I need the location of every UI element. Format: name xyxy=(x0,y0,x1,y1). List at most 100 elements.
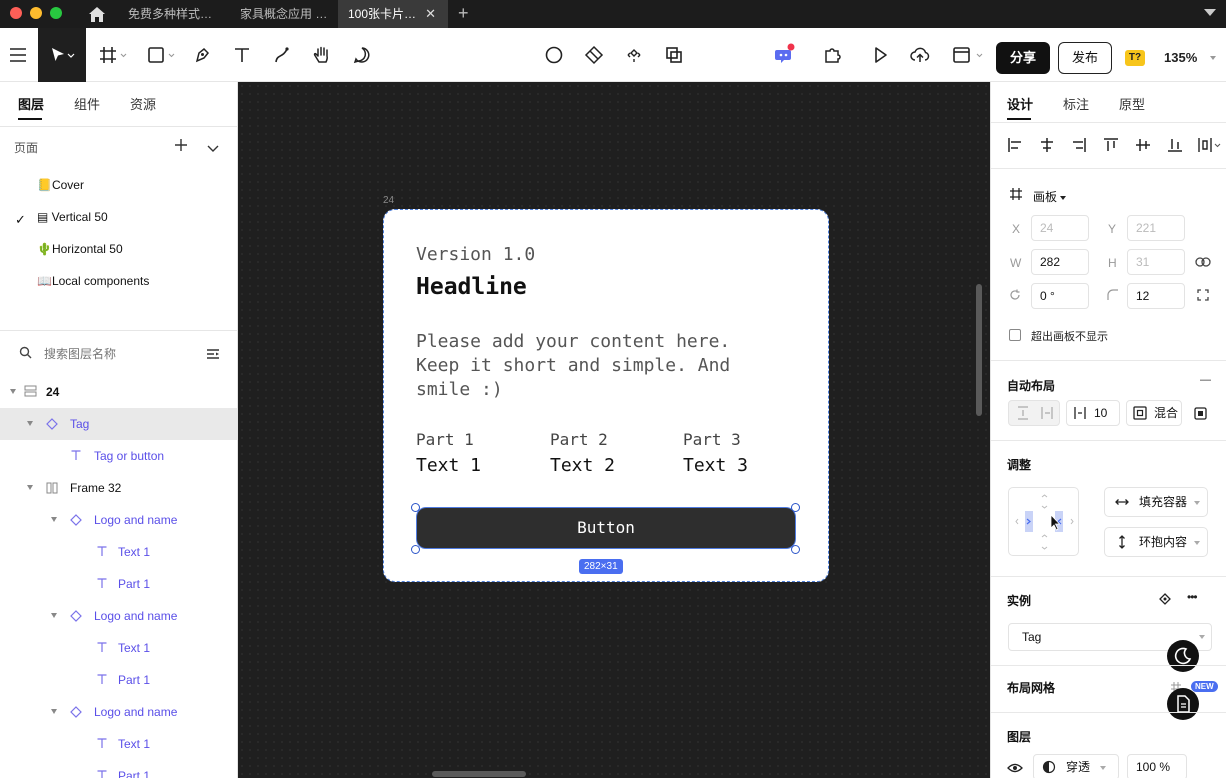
shape-tool-button[interactable] xyxy=(144,28,180,82)
more-options-button[interactable]: ••• xyxy=(1187,590,1198,604)
resize-handle-bottom-left[interactable] xyxy=(411,545,420,554)
chevron-down-icon[interactable] xyxy=(1204,9,1216,16)
tab-components[interactable]: 组件 xyxy=(74,94,100,113)
chevron-down-icon[interactable] xyxy=(1210,56,1216,60)
tab-furniture-concept[interactable]: 家具概念应用 … xyxy=(226,0,338,28)
layer-row-frame-32[interactable]: Frame 32 xyxy=(0,472,237,504)
align-top-icon[interactable] xyxy=(1103,137,1119,156)
card-part-2[interactable]: Part 2 Text 2 xyxy=(550,430,615,476)
caret-down-icon[interactable] xyxy=(51,709,57,714)
plugins-button[interactable] xyxy=(818,28,846,82)
horizontal-resize-select[interactable]: 填充容器 xyxy=(1104,487,1208,517)
filter-icon[interactable] xyxy=(206,348,220,363)
caret-down-icon[interactable] xyxy=(51,613,57,618)
caret-down-icon[interactable] xyxy=(27,485,33,490)
missing-font-badge[interactable]: T? xyxy=(1125,50,1145,66)
frame-type-select[interactable]: 画板 xyxy=(1033,188,1067,205)
layer-row-text-1[interactable]: Text 1 xyxy=(0,728,237,760)
gap-field[interactable]: 10 xyxy=(1066,400,1120,426)
close-window-button[interactable] xyxy=(10,7,22,19)
align-right-icon[interactable] xyxy=(1071,137,1087,156)
layer-search-input[interactable] xyxy=(44,347,184,361)
width-field[interactable]: 282 xyxy=(1031,249,1089,275)
layer-row-logo-and-name[interactable]: Logo and name xyxy=(0,600,237,632)
layer-row-tag-or-button[interactable]: Tag or button xyxy=(0,440,237,472)
height-field[interactable]: 31 xyxy=(1127,249,1185,275)
align-center-v-icon[interactable] xyxy=(1135,137,1151,156)
layout-direction-toggle[interactable] xyxy=(1008,400,1060,426)
blend-mode-select[interactable]: 穿透 xyxy=(1033,754,1119,778)
card-version[interactable]: Version 1.0 xyxy=(416,244,535,265)
tab-annotate[interactable]: 标注 xyxy=(1063,94,1089,113)
zoom-level[interactable]: 135% xyxy=(1164,50,1197,65)
pen-tool-button[interactable] xyxy=(188,28,216,82)
canvas[interactable]: 24 Version 1.0 Headline Please add your … xyxy=(238,82,990,778)
link-icon[interactable] xyxy=(1195,256,1211,270)
tab-layers[interactable]: 图层 xyxy=(18,94,44,113)
horizontal-scrollbar[interactable] xyxy=(432,771,526,777)
resize-handle-bottom-right[interactable] xyxy=(791,545,800,554)
y-field[interactable]: 221 xyxy=(1127,215,1185,241)
hand-tool-button[interactable] xyxy=(308,28,336,82)
vertical-scrollbar[interactable] xyxy=(976,284,982,416)
tab-assets[interactable]: 资源 xyxy=(130,94,156,113)
add-page-button[interactable] xyxy=(174,136,188,157)
distribute-icon[interactable] xyxy=(1197,137,1221,156)
connector-tool-button[interactable] xyxy=(268,28,296,82)
component-tool-button[interactable] xyxy=(580,28,608,82)
card-body[interactable]: Please add your content here. Keep it sh… xyxy=(416,330,776,402)
layer-row-24[interactable]: 24 xyxy=(0,376,237,408)
comment-tool-button[interactable] xyxy=(348,28,376,82)
layer-row-part-1[interactable]: Part 1 xyxy=(0,568,237,600)
maximize-window-button[interactable] xyxy=(50,7,62,19)
main-menu-button[interactable] xyxy=(0,28,36,82)
instance-tool-button[interactable] xyxy=(620,28,648,82)
layer-row-part-1[interactable]: Part 1 xyxy=(0,664,237,696)
card-part-1[interactable]: Part 1 Text 1 xyxy=(416,430,481,476)
page-item-vertical-50[interactable]: ▤ Vertical 50 xyxy=(37,210,108,224)
ellipse-tool-button[interactable] xyxy=(540,28,568,82)
card-headline[interactable]: Headline xyxy=(416,274,527,300)
plugin-ai-button[interactable] xyxy=(770,28,798,82)
go-to-main-component-icon[interactable] xyxy=(1159,593,1171,608)
card-button[interactable]: Button xyxy=(416,507,796,549)
caret-down-icon[interactable] xyxy=(27,421,33,426)
vertical-resize-select[interactable]: 环抱内容 xyxy=(1104,527,1208,557)
page-item-horizontal-50[interactable]: 🌵Horizontal 50 xyxy=(37,242,123,256)
minimize-window-button[interactable] xyxy=(30,7,42,19)
tab-prototype[interactable]: 原型 xyxy=(1119,94,1145,113)
card-part-3[interactable]: Part 3 Text 3 xyxy=(683,430,748,476)
layout-view-button[interactable] xyxy=(948,28,988,82)
caret-down-icon[interactable] xyxy=(10,389,16,394)
align-bottom-icon[interactable] xyxy=(1167,137,1183,156)
clip-content-checkbox[interactable] xyxy=(1009,329,1021,341)
advanced-layout-icon[interactable] xyxy=(1194,407,1207,423)
align-center-h-icon[interactable] xyxy=(1039,137,1055,156)
tab-100-cards[interactable]: 100张卡片… ✕ xyxy=(338,0,448,28)
tab-design[interactable]: 设计 xyxy=(1007,94,1033,113)
layer-row-logo-and-name[interactable]: Logo and name xyxy=(0,696,237,728)
tab-free-styles[interactable]: 免费多种样式… xyxy=(114,0,226,28)
remove-auto-layout-button[interactable]: — xyxy=(1200,374,1211,386)
text-tool-button[interactable] xyxy=(228,28,256,82)
alignment-sizer[interactable] xyxy=(1008,487,1079,556)
padding-mix-field[interactable]: 混合 xyxy=(1126,400,1182,426)
opacity-field[interactable]: 100 % xyxy=(1127,754,1187,778)
page-item-cover[interactable]: 📒Cover xyxy=(37,178,84,192)
x-field[interactable]: 24 xyxy=(1031,215,1089,241)
rotation-field[interactable]: 0 ° xyxy=(1031,283,1089,309)
publish-button[interactable]: 发布 xyxy=(1058,42,1112,74)
close-icon[interactable]: ✕ xyxy=(425,0,436,28)
frame-tool-button[interactable] xyxy=(96,28,132,82)
upload-button[interactable] xyxy=(906,28,934,82)
collapse-pages-button[interactable] xyxy=(207,142,219,156)
layer-row-text-1[interactable]: Text 1 xyxy=(0,632,237,664)
share-button[interactable]: 分享 xyxy=(996,42,1050,74)
resize-handle-top-left[interactable] xyxy=(411,503,420,512)
present-button[interactable] xyxy=(866,28,894,82)
eye-icon[interactable] xyxy=(1007,762,1023,776)
theme-toggle-button[interactable] xyxy=(1167,640,1199,672)
card-frame[interactable]: Version 1.0 Headline Please add your con… xyxy=(383,209,829,582)
layer-row-part-1[interactable]: Part 1 xyxy=(0,760,237,778)
layer-row-logo-and-name[interactable]: Logo and name xyxy=(0,504,237,536)
